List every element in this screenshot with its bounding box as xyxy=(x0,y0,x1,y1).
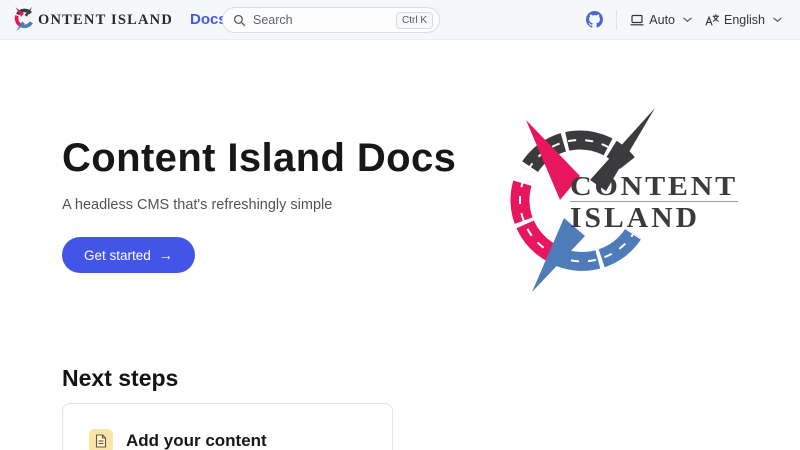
header-actions: Auto English xyxy=(586,10,782,30)
language-switcher[interactable]: English xyxy=(705,13,782,27)
header-divider xyxy=(616,10,617,30)
page-content: Content Island Docs A headless CMS that'… xyxy=(0,132,800,450)
chevron-down-icon xyxy=(683,17,692,23)
theme-label: Auto xyxy=(649,13,675,27)
search-shortcut-badge: Ctrl K xyxy=(396,12,433,29)
language-label: English xyxy=(724,13,765,27)
search-input[interactable] xyxy=(253,13,389,27)
content-island-hero-logo: CONTENT ISLAND xyxy=(492,100,762,300)
theme-switcher[interactable]: Auto xyxy=(630,13,692,27)
brand-logo[interactable]: ONTENT ISLAND xyxy=(12,6,173,33)
chevron-down-icon xyxy=(773,17,782,23)
document-icon xyxy=(89,429,113,450)
get-started-button[interactable]: Get started → xyxy=(62,237,195,273)
get-started-label: Get started xyxy=(84,248,151,263)
search-bar[interactable]: Ctrl K xyxy=(222,7,440,33)
next-steps-heading: Next steps xyxy=(62,363,800,393)
search-icon xyxy=(233,14,246,27)
github-link[interactable] xyxy=(586,11,603,28)
next-step-card-add-content[interactable]: Add your content xyxy=(62,403,393,450)
github-icon xyxy=(586,11,603,28)
card-title: Add your content xyxy=(126,431,267,450)
brand-wordmark: ONTENT ISLAND xyxy=(38,12,173,29)
top-navbar: ONTENT ISLAND Docs Ctrl K Auto xyxy=(0,0,800,40)
hero-logo-line1: CONTENT xyxy=(570,171,738,201)
arrow-right-icon: → xyxy=(159,248,173,262)
translate-icon xyxy=(705,14,719,26)
hero-logo-line2: ISLAND xyxy=(570,202,700,234)
compass-logo-icon xyxy=(12,6,37,33)
laptop-icon xyxy=(630,14,644,26)
